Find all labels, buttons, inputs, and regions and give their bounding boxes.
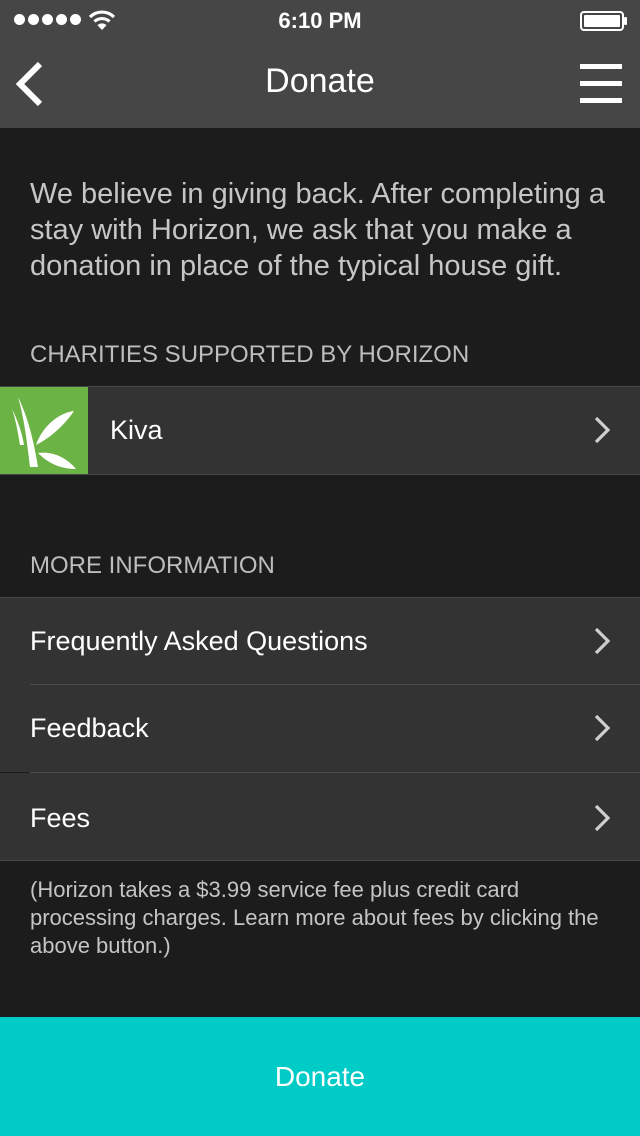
faq-row[interactable]: Frequently Asked Questions: [0, 598, 640, 685]
fees-row[interactable]: Fees: [0, 773, 640, 860]
navigation-bar: Donate: [0, 40, 640, 128]
kiva-logo-icon: [0, 387, 88, 474]
faq-label: Frequently Asked Questions: [30, 626, 368, 656]
status-bar: 6:10 PM: [0, 0, 640, 40]
donate-button[interactable]: Donate: [0, 1017, 640, 1136]
fee-note: (Horizon takes a $3.99 service fee plus …: [30, 877, 599, 958]
divider: [0, 860, 640, 861]
chevron-right-icon: [594, 627, 611, 655]
divider: [0, 474, 640, 475]
feedback-label: Feedback: [30, 713, 149, 743]
chevron-right-icon: [594, 416, 611, 444]
chevron-right-icon: [594, 714, 611, 742]
hamburger-menu-icon: [580, 64, 622, 103]
chevron-right-icon: [594, 804, 611, 832]
feedback-row[interactable]: Feedback: [0, 685, 640, 772]
more-info-section-header: MORE INFORMATION: [30, 552, 275, 579]
donate-screen: 6:10 PM Donate We believe in giving back…: [0, 0, 640, 1136]
charities-section-header: CHARITIES SUPPORTED BY HORIZON: [30, 341, 470, 368]
status-time: 6:10 PM: [278, 8, 362, 33]
menu-button[interactable]: [580, 64, 622, 104]
charity-item-kiva[interactable]: Kiva: [0, 387, 640, 474]
intro-text: We believe in giving back. After complet…: [30, 178, 605, 282]
fees-label: Fees: [30, 803, 91, 833]
battery-icon: [580, 11, 627, 31]
page-title: Donate: [265, 62, 375, 100]
charity-item-label: Kiva: [110, 415, 163, 445]
